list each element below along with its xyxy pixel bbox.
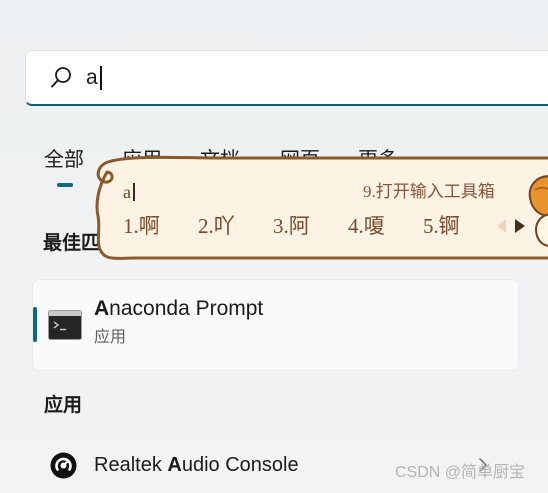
ime-candidate-window: a 9.打开输入工具箱 1.啊 2.吖 3.阿 4.嗄 5.锕 xyxy=(90,152,548,264)
apps-heading: 应用 xyxy=(44,395,83,416)
watermark: CSDN @简单厨宝 xyxy=(395,464,526,481)
search-box[interactable]: a xyxy=(25,50,548,106)
selection-accent-bar xyxy=(33,307,37,342)
ime-composition: a xyxy=(123,181,135,203)
result-type-label: 应用 xyxy=(94,329,127,346)
ime-candidate[interactable]: 4.嗄 xyxy=(348,212,385,240)
ime-composition-text: a xyxy=(123,182,131,202)
ime-candidate[interactable]: 2.吖 xyxy=(198,212,235,240)
ime-candidate[interactable]: 3.阿 xyxy=(273,212,310,240)
title-match-highlight: A xyxy=(94,297,110,320)
best-match-result[interactable]: Anaconda Prompt 应用 xyxy=(33,280,518,370)
search-icon xyxy=(51,67,71,88)
title-rest: naconda Prompt xyxy=(109,297,264,320)
terminal-icon xyxy=(48,310,82,340)
active-tab-indicator xyxy=(57,183,73,187)
search-input[interactable]: a xyxy=(86,63,102,93)
search-query-text: a xyxy=(86,66,98,89)
audio-console-icon xyxy=(50,452,77,479)
ime-candidate[interactable]: 5.锕 xyxy=(423,212,460,240)
title-before: Realtek xyxy=(94,454,168,476)
ime-prev-page-icon[interactable] xyxy=(497,219,506,233)
title-rest: udio Console xyxy=(181,454,299,476)
app-title: Realtek Audio Console xyxy=(94,451,299,479)
tab-all[interactable]: 全部 xyxy=(44,147,84,173)
ime-caret xyxy=(133,183,135,201)
ime-toolbox-button[interactable]: 9.打开输入工具箱 xyxy=(363,181,495,203)
ime-next-page-icon[interactable] xyxy=(515,219,525,233)
ime-window-frame xyxy=(95,155,548,260)
title-match-highlight: A xyxy=(167,454,182,476)
ime-candidate[interactable]: 1.啊 xyxy=(123,212,160,240)
result-title: Anaconda Prompt xyxy=(94,295,263,323)
text-caret xyxy=(99,66,102,90)
